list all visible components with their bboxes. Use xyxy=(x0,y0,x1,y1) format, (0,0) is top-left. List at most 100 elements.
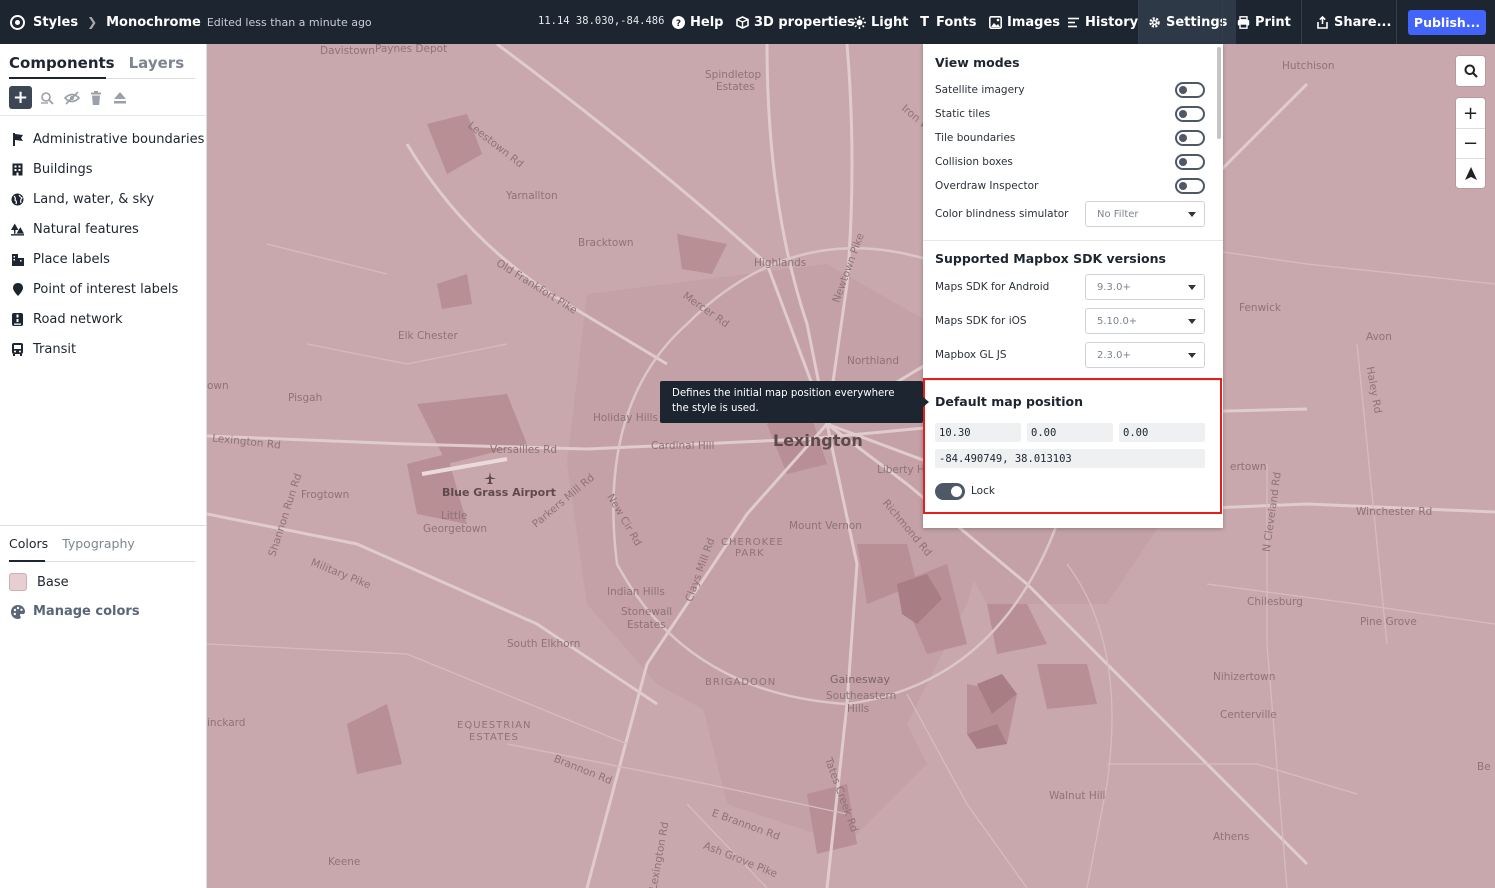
breadcrumb: Styles ❯ Monochrome Edited less than a m… xyxy=(0,0,372,44)
share-button[interactable]: Share... xyxy=(1316,0,1391,44)
overdraw-inspector-toggle[interactable] xyxy=(1175,178,1205,194)
compass-icon xyxy=(1464,167,1477,180)
satellite-imagery-toggle[interactable] xyxy=(1175,82,1205,98)
map-label: Gainesway xyxy=(830,673,891,686)
3d-properties-button[interactable]: 3D properties xyxy=(736,0,855,44)
map-label: CHEROKEE xyxy=(721,537,784,548)
compass-button[interactable] xyxy=(1456,158,1485,188)
building-icon xyxy=(11,163,24,176)
map-label: Estates xyxy=(716,81,755,93)
component-item-road-network[interactable]: Road network xyxy=(0,304,207,334)
satellite-imagery-row: Satellite imagery xyxy=(935,80,1205,100)
component-item-natural-features[interactable]: Natural features xyxy=(0,214,207,244)
map-search-control xyxy=(1456,56,1485,86)
left-sidebar: Components Layers + Administrative bound… xyxy=(0,44,207,888)
sdk-versions-title: Supported Mapbox SDK versions xyxy=(935,251,1166,266)
menu-divider xyxy=(1222,0,1223,44)
zoom-out-button[interactable]: − xyxy=(1456,128,1485,158)
component-item-poi-labels[interactable]: Point of interest labels xyxy=(0,274,207,304)
map-label: Athens xyxy=(1213,831,1250,843)
component-item-administrative-boundaries[interactable]: Administrative boundaries xyxy=(0,124,207,154)
component-item-buildings[interactable]: Buildings xyxy=(0,154,207,184)
component-item-place-labels[interactable]: Place labels xyxy=(0,244,207,274)
lock-toggle[interactable] xyxy=(935,483,965,500)
gljs-select[interactable]: 2.3.0+ xyxy=(1085,342,1205,368)
flag-icon xyxy=(11,132,24,146)
tab-colors[interactable]: Colors xyxy=(9,536,48,551)
images-button[interactable]: Images xyxy=(989,0,1060,44)
help-button[interactable]: ? Help xyxy=(672,0,723,44)
panel-divider xyxy=(923,240,1223,241)
top-bar: Styles ❯ Monochrome Edited less than a m… xyxy=(0,0,1495,44)
map-label: Indian Hills xyxy=(607,586,665,598)
eye-slash-icon[interactable] xyxy=(64,90,80,106)
add-component-button[interactable]: + xyxy=(9,86,32,109)
panel-scrollbar[interactable] xyxy=(1217,47,1221,139)
map-label: Yarnallton xyxy=(506,190,558,202)
caret-down-icon xyxy=(1188,285,1196,290)
map-label: Mount Vernon xyxy=(789,520,862,532)
print-button[interactable]: Print xyxy=(1237,0,1291,44)
caret-down-icon xyxy=(1188,212,1196,217)
component-item-transit[interactable]: Transit xyxy=(0,334,207,364)
static-tiles-toggle[interactable] xyxy=(1175,106,1205,122)
map-search-button[interactable] xyxy=(1456,56,1485,86)
image-icon xyxy=(989,15,1002,29)
map-label: Elk Chester xyxy=(398,330,458,342)
eject-icon[interactable] xyxy=(112,90,128,106)
map-label: Centerville xyxy=(1220,709,1277,721)
city-icon xyxy=(11,253,24,266)
ios-sdk-select[interactable]: 5.10.0+ xyxy=(1085,308,1205,334)
style-name[interactable]: Monochrome xyxy=(106,15,201,30)
collision-boxes-toggle[interactable] xyxy=(1175,154,1205,170)
component-item-land-water-sky[interactable]: Land, water, & sky xyxy=(0,184,207,214)
light-button[interactable]: Light xyxy=(853,0,909,44)
map-label: Southeastern xyxy=(826,690,897,702)
tab-typography[interactable]: Typography xyxy=(62,536,135,551)
zoom-in-button[interactable]: + xyxy=(1456,98,1485,128)
cube-icon xyxy=(736,15,749,29)
active-tab-indicator xyxy=(9,77,106,79)
base-color-swatch[interactable] xyxy=(9,573,27,591)
static-tiles-row: Static tiles xyxy=(935,104,1205,124)
map-label: Stonewall xyxy=(621,606,673,618)
hide-labels-icon[interactable] xyxy=(40,90,56,106)
map-label: ESTATES xyxy=(469,732,519,743)
map-label: Paynes Depot xyxy=(375,44,448,55)
tab-components[interactable]: Components xyxy=(9,54,115,72)
menu-divider xyxy=(1301,0,1302,44)
base-color-row[interactable]: Base xyxy=(9,573,69,591)
manage-colors-link[interactable]: Manage colors xyxy=(11,604,140,619)
map-label: Bracktown xyxy=(578,237,634,249)
android-sdk-row: Maps SDK for Android 9.3.0+ xyxy=(935,274,1205,300)
map-roads xyxy=(207,44,1495,888)
mapbox-logo-icon[interactable] xyxy=(10,14,25,30)
map-label: BRIGADOON xyxy=(705,677,777,688)
map-label: ertown xyxy=(1230,461,1267,473)
toolbar-divider xyxy=(0,115,207,116)
map-canvas[interactable]: Davistown Paynes Depot Spindletop Estate… xyxy=(207,44,1495,888)
styles-link[interactable]: Styles xyxy=(33,15,78,30)
map-label: Nihizertown xyxy=(1213,671,1276,683)
tab-layers[interactable]: Layers xyxy=(129,54,185,72)
map-airport-label: Blue Grass Airport xyxy=(442,486,556,499)
palette-icon xyxy=(11,604,25,619)
fonts-button[interactable]: T Fonts xyxy=(918,0,976,44)
svg-text:?: ? xyxy=(676,19,681,29)
android-sdk-select[interactable]: 9.3.0+ xyxy=(1085,274,1205,300)
pitch-input[interactable]: 0.00 xyxy=(1119,423,1205,442)
map-label: Hutchison xyxy=(1282,60,1335,72)
tile-boundaries-toggle[interactable] xyxy=(1175,130,1205,146)
trash-icon[interactable] xyxy=(88,90,104,106)
map-label: Avon xyxy=(1366,331,1392,343)
map-label: Cardinal Hill xyxy=(651,440,715,452)
color-blindness-select[interactable]: No Filter xyxy=(1085,201,1205,227)
history-button[interactable]: History xyxy=(1067,0,1138,44)
center-input[interactable]: -84.490749, 38.013103 xyxy=(935,449,1205,468)
publish-button[interactable]: Publish... xyxy=(1408,10,1486,35)
map-city-label: Lexington xyxy=(773,431,863,450)
menu-divider xyxy=(1396,0,1397,44)
bearing-input[interactable]: 0.00 xyxy=(1027,423,1113,442)
zoom-input[interactable]: 10.30 xyxy=(935,423,1021,442)
view-modes-title: View modes xyxy=(935,55,1020,70)
